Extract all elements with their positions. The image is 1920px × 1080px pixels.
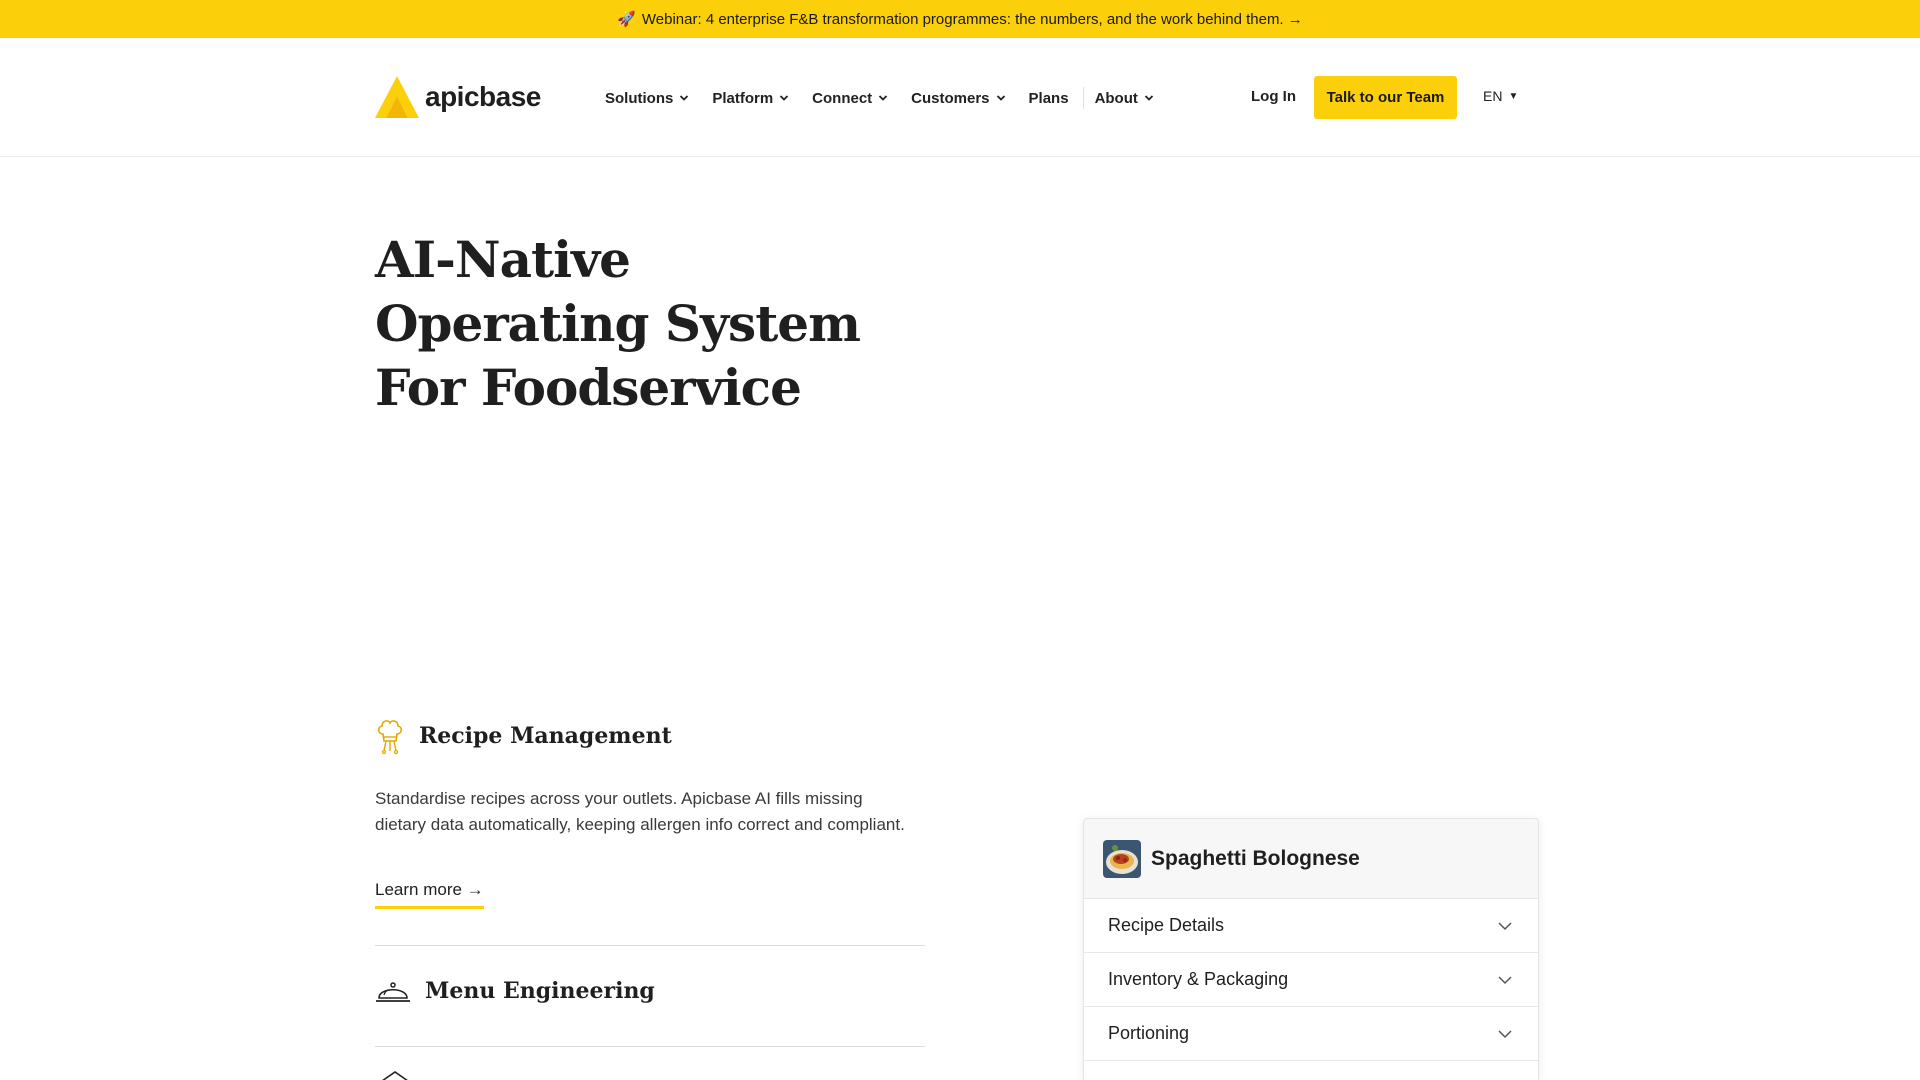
chevron-down-icon xyxy=(1144,95,1154,101)
language-label: EN xyxy=(1483,88,1503,104)
feature-description: Standardise recipes across your outlets.… xyxy=(375,789,905,834)
chevron-down-icon xyxy=(879,95,888,101)
nav-about[interactable]: About xyxy=(1095,90,1154,107)
talk-to-team-button[interactable]: Talk to our Team xyxy=(1314,76,1457,119)
nav-solutions[interactable]: Solutions xyxy=(605,90,689,107)
logo[interactable]: apicbase xyxy=(375,76,541,118)
accordion-inventory-packaging[interactable]: Inventory & Packaging xyxy=(1084,953,1538,1007)
chevron-down-icon xyxy=(680,95,689,101)
nav-divider xyxy=(1082,87,1084,109)
feature-recipe-management[interactable]: Recipe Management xyxy=(375,717,672,755)
announcement-text: Webinar: 4 enterprise F&B transformation… xyxy=(641,10,1303,28)
hero-title-line: Operating System xyxy=(375,294,861,353)
main-nav: Solutions Platform Connect Customers Pla… xyxy=(605,86,1177,110)
chef-hat-icon xyxy=(377,720,403,755)
nav-platform[interactable]: Platform xyxy=(712,90,789,107)
hero-title-line: AI-Native xyxy=(375,230,631,289)
section-divider xyxy=(375,945,925,946)
chevron-down-icon xyxy=(1498,1029,1512,1038)
language-selector[interactable]: EN ▼ xyxy=(1483,88,1518,104)
logo-text: apicbase xyxy=(425,81,541,112)
recipe-card: Spaghetti Bolognese Recipe Details Inven… xyxy=(1083,818,1539,1080)
nav-label: Customers xyxy=(911,89,990,107)
nav-label: Connect xyxy=(812,89,873,107)
chevron-down-icon xyxy=(1498,975,1512,984)
nav-label: Plans xyxy=(1028,89,1069,107)
nav-plans[interactable]: Plans xyxy=(1029,90,1069,107)
chevron-down-icon xyxy=(780,95,789,101)
chevron-down-icon xyxy=(996,95,1005,101)
caret-down-icon: ▼ xyxy=(1508,90,1519,102)
learn-more-link[interactable]: Learn more → xyxy=(375,880,484,909)
hero-title-line: For Foodservice xyxy=(375,358,802,417)
feature-title: Menu Engineering xyxy=(425,978,655,1004)
nav-label: Platform xyxy=(712,89,774,107)
apicbase-logo-icon xyxy=(375,76,419,118)
accordion-label: Portioning xyxy=(1108,1023,1190,1043)
accordion-label: Recipe Details xyxy=(1108,915,1225,935)
nav-connect[interactable]: Connect xyxy=(812,90,888,107)
accordion-recipe-details[interactable]: Recipe Details xyxy=(1084,899,1538,953)
recipe-title: Spaghetti Bolognese xyxy=(1151,846,1360,870)
cloche-icon xyxy=(376,982,410,1002)
feature-title: Recipe Management xyxy=(419,723,672,749)
nav-label: About xyxy=(1094,89,1138,107)
accordion-portioning[interactable]: Portioning xyxy=(1084,1007,1538,1061)
recipe-card-header: Spaghetti Bolognese xyxy=(1084,819,1538,899)
site-header: apicbase Solutions Platform Connect Cust… xyxy=(0,38,1920,157)
nav-label: Solutions xyxy=(605,89,674,107)
diamond-icon xyxy=(382,1071,408,1080)
rocket-icon: 🚀 xyxy=(617,11,636,28)
hero-title: AI-Native Operating System For Foodservi… xyxy=(375,228,935,420)
announcement-banner[interactable]: 🚀 Webinar: 4 enterprise F&B transformati… xyxy=(0,0,1920,38)
section-divider xyxy=(375,1046,925,1047)
spaghetti-dish-image xyxy=(1103,839,1141,878)
login-link[interactable]: Log In xyxy=(1251,88,1296,105)
feature-menu-engineering[interactable]: Menu Engineering xyxy=(375,976,655,1006)
accordion-label: Inventory & Packaging xyxy=(1108,969,1289,989)
chevron-down-icon xyxy=(1498,921,1512,930)
nav-customers[interactable]: Customers xyxy=(911,90,1005,107)
